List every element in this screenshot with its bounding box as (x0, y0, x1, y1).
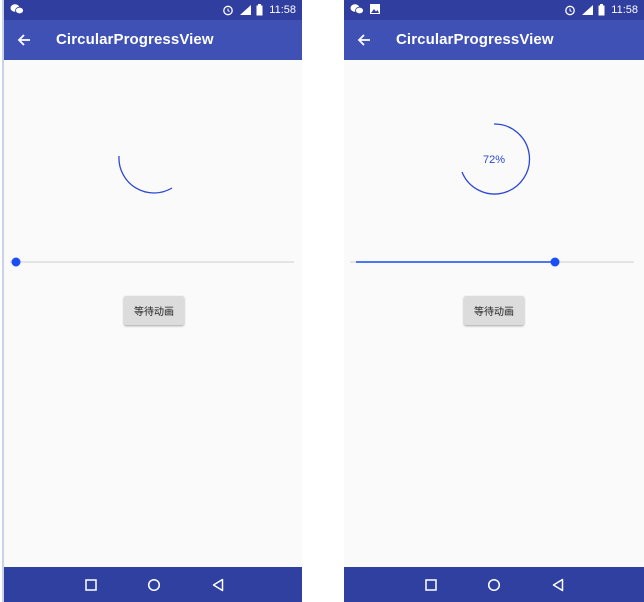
app-bar: CircularProgressView (344, 20, 644, 60)
progress-seekbar[interactable] (350, 252, 636, 272)
circular-progress-view (104, 110, 204, 210)
status-time: 11:58 (611, 4, 638, 16)
phone-screen-left: 11:58 CircularProgressView 等待动画 (2, 0, 302, 602)
battery-icon (256, 4, 263, 16)
status-bar: 11:58 (344, 0, 644, 20)
alarm-icon (222, 4, 234, 16)
circle-home-icon[interactable] (145, 576, 163, 594)
status-time: 11:58 (269, 4, 296, 16)
wechat-icon (10, 3, 24, 15)
seekbar-thumb (550, 257, 560, 267)
progress-arc (118, 155, 173, 194)
back-arrow-icon[interactable] (14, 30, 34, 50)
app-title: CircularProgressView (396, 31, 554, 48)
triangle-back-icon[interactable] (209, 576, 227, 594)
image-icon (369, 3, 381, 15)
phone-screen-right: 11:58 CircularProgressView 72% 等待动画 (344, 0, 644, 602)
progress-seekbar[interactable] (10, 252, 296, 272)
navigation-bar (4, 567, 302, 602)
square-recent-icon[interactable] (82, 576, 100, 594)
circle-home-icon[interactable] (485, 576, 503, 594)
navigation-bar (344, 567, 644, 602)
back-arrow-icon[interactable] (354, 30, 374, 50)
wait-animation-button[interactable]: 等待动画 (464, 296, 524, 325)
circular-progress-view: 72% (444, 110, 544, 210)
alarm-icon (564, 4, 576, 16)
seekbar-thumb (11, 257, 21, 267)
app-title: CircularProgressView (56, 31, 214, 48)
signal-icon (238, 4, 252, 16)
app-bar: CircularProgressView (4, 20, 302, 60)
battery-icon (598, 4, 605, 16)
progress-text: 72% (483, 154, 505, 166)
square-recent-icon[interactable] (422, 576, 440, 594)
status-bar: 11:58 (4, 0, 302, 20)
signal-icon (580, 4, 594, 16)
triangle-back-icon[interactable] (549, 576, 567, 594)
wait-animation-button[interactable]: 等待动画 (124, 296, 184, 325)
wechat-icon (350, 3, 364, 15)
